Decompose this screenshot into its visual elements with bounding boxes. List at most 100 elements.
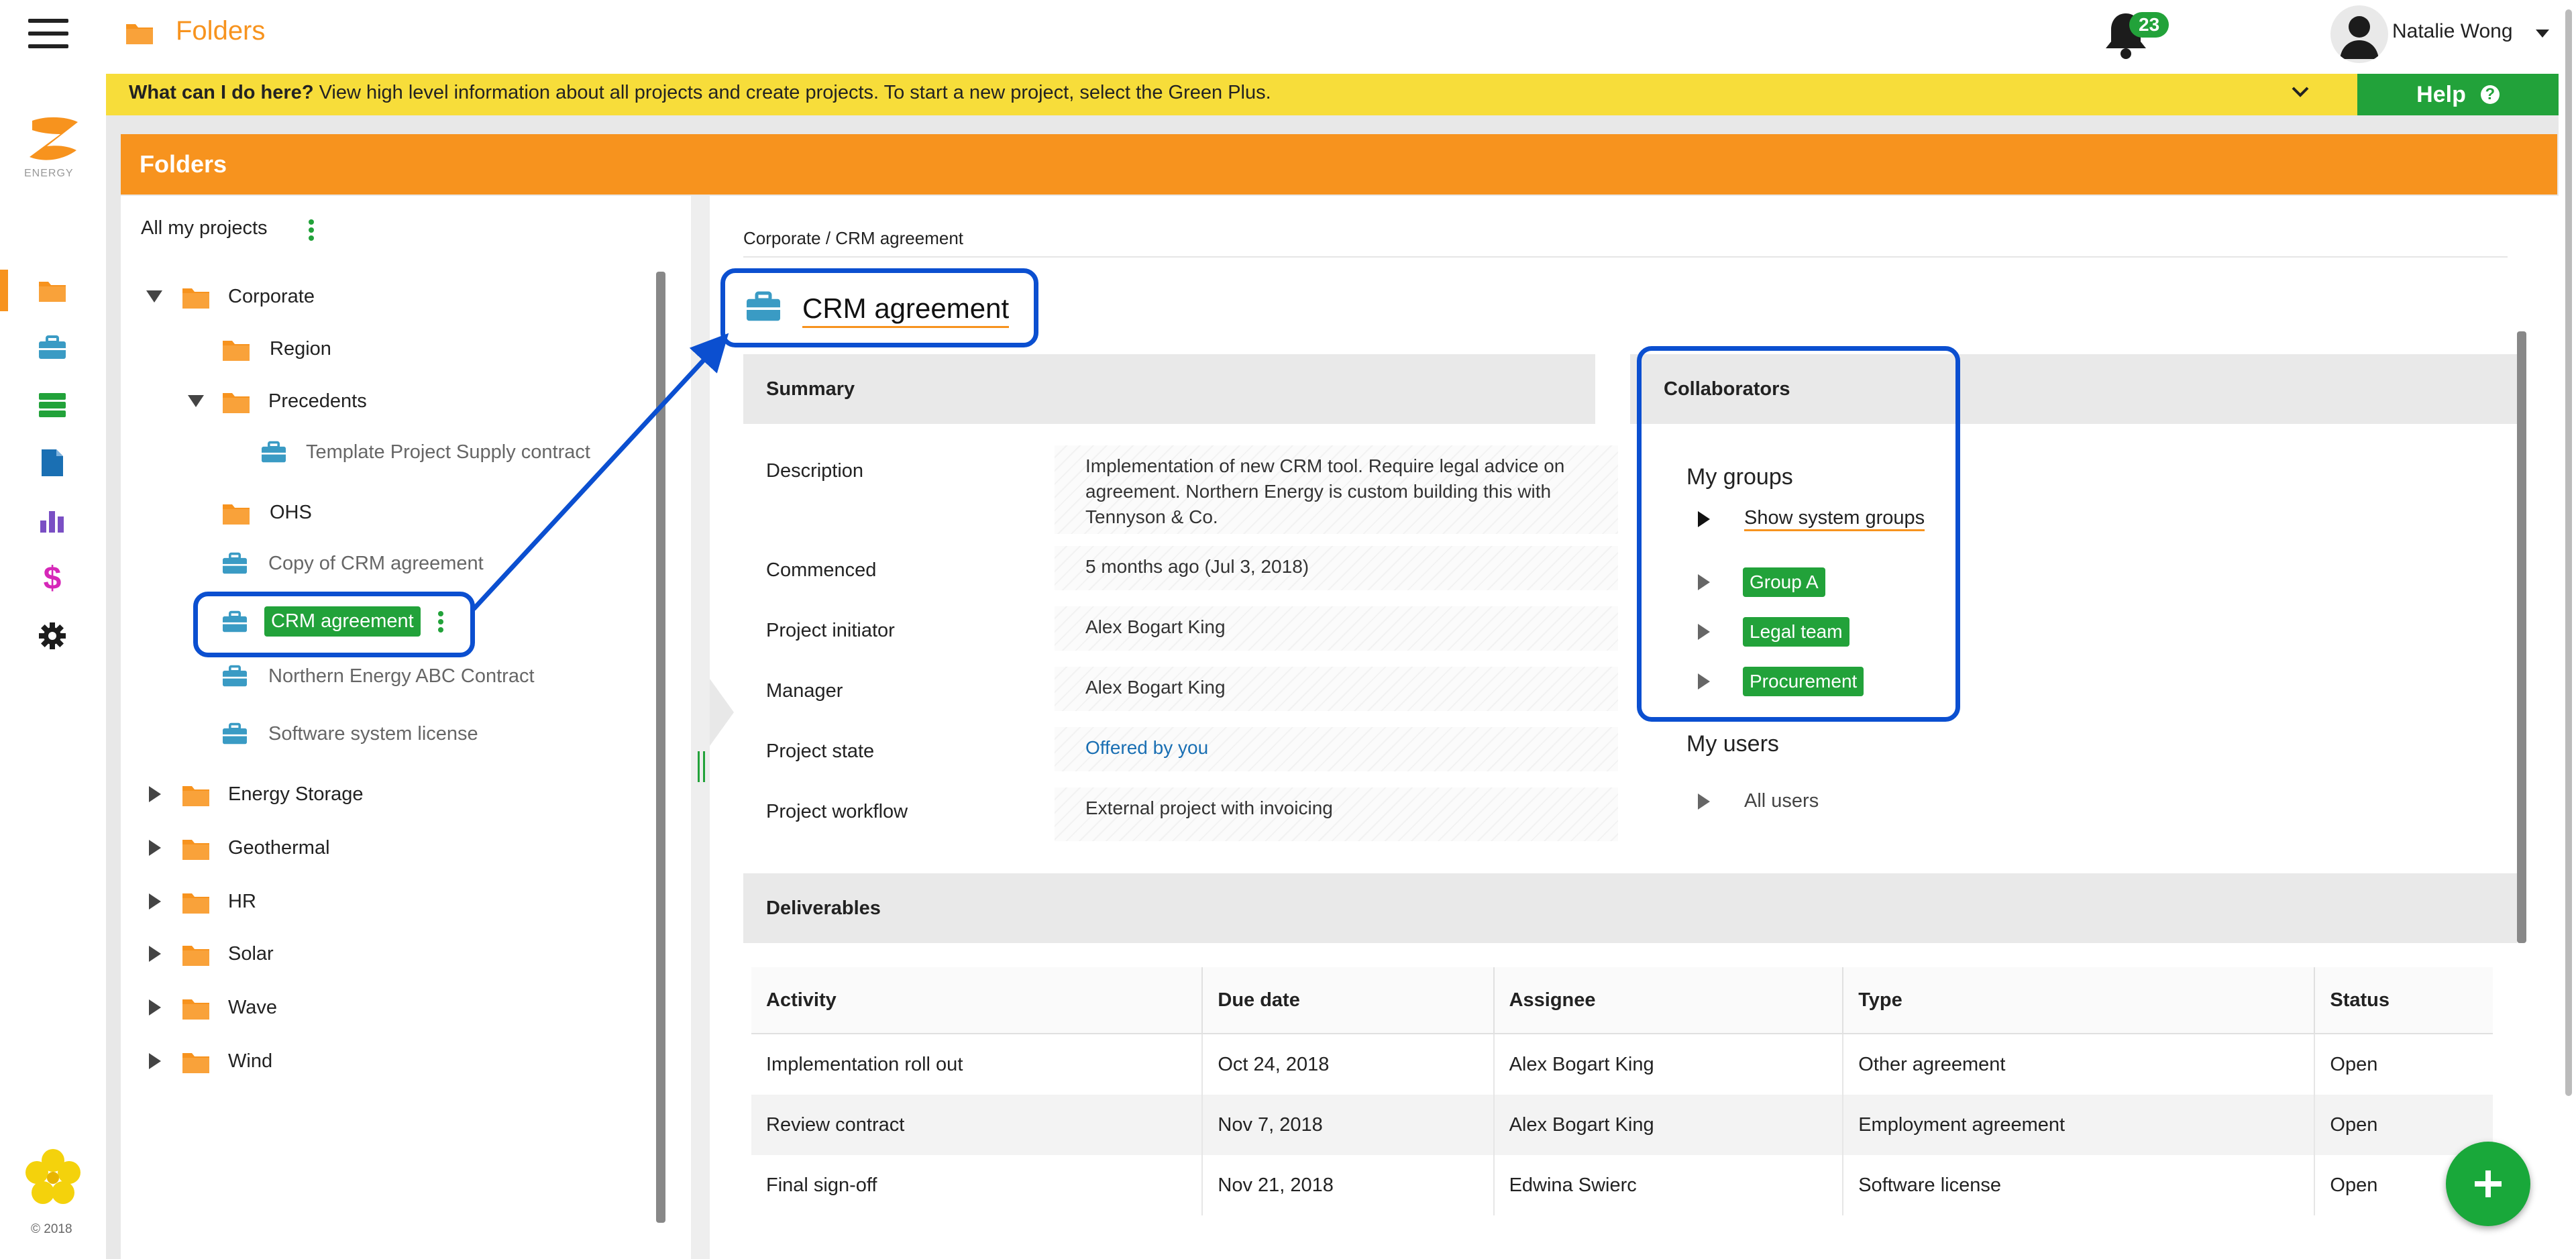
tree-folder-solar[interactable]: Solar [149, 940, 274, 967]
question-icon: ? [2480, 85, 2500, 104]
notification-count-badge: 23 [2129, 12, 2169, 38]
help-banner[interactable]: What can I do here? View high level info… [106, 74, 2357, 115]
flower-logo [24, 1148, 82, 1206]
tree-node-label: HR [228, 890, 256, 912]
tree-folder-wind[interactable]: Wind [149, 1048, 272, 1075]
database-icon[interactable] [32, 385, 72, 425]
column-header[interactable]: Due date [1202, 967, 1495, 1034]
field-label-commenced: Commenced [766, 559, 877, 581]
field-value-initiator: Alex Bogart King [1055, 606, 1618, 651]
cell-activity: Review contract [751, 1095, 1203, 1155]
tree-root-label[interactable]: All my projects [141, 217, 268, 239]
tree-project-northern-energy[interactable]: Northern Energy ABC Contract [221, 664, 535, 688]
dollar-icon[interactable]: $ [32, 558, 72, 598]
tree-node-label: Precedents [268, 390, 367, 412]
highlight-collaborator-groups [1637, 346, 1960, 722]
tree-node-label: Solar [228, 942, 274, 965]
caret-down-icon[interactable] [188, 395, 204, 407]
field-label-workflow: Project workflow [766, 801, 908, 822]
column-header[interactable]: Type [1843, 967, 2316, 1034]
page-scrollbar[interactable] [2565, 9, 2572, 1096]
menu-icon[interactable] [28, 19, 68, 48]
table-row[interactable]: Implementation roll out Oct 24, 2018 Ale… [751, 1034, 2493, 1095]
resize-handle-icon[interactable] [698, 751, 706, 782]
briefcase-icon [262, 441, 286, 463]
folder-icon [223, 393, 250, 413]
tree-folder-ohs[interactable]: OHS [221, 499, 312, 526]
caret-right-icon[interactable] [149, 840, 161, 856]
tree-node-label: Corporate [228, 285, 315, 307]
document-icon[interactable] [32, 443, 72, 483]
tree-node-label: OHS [270, 501, 312, 523]
cell-due-date: Nov 7, 2018 [1202, 1095, 1495, 1155]
all-users-label[interactable]: All users [1744, 790, 1819, 812]
tree-node-label: Copy of CRM agreement [268, 552, 484, 574]
summary-heading: Summary [766, 378, 855, 400]
chevron-down-icon[interactable] [2292, 86, 2309, 98]
panel-divider[interactable] [691, 196, 710, 1259]
caret-right-icon[interactable] [149, 893, 161, 910]
tree-folder-hr[interactable]: HR [149, 888, 256, 915]
tree-folder-wave[interactable]: Wave [149, 994, 277, 1021]
table-row[interactable]: Final sign-off Nov 21, 2018 Edwina Swier… [751, 1155, 2493, 1215]
main-scrollbar[interactable] [2517, 331, 2526, 943]
column-header[interactable]: Status [2314, 967, 2493, 1034]
deliverables-table: Activity Due date Assignee Type Status I… [751, 967, 2493, 1215]
tree-node-label: Region [270, 337, 331, 360]
gear-icon[interactable] [32, 616, 72, 656]
cell-activity: Final sign-off [751, 1155, 1203, 1215]
tree-project-software-license[interactable]: Software system license [221, 722, 478, 746]
tree-project-copy-crm[interactable]: Copy of CRM agreement [221, 551, 484, 576]
tree-node-label: Energy Storage [228, 783, 364, 805]
bar-chart-icon[interactable] [32, 500, 72, 541]
folder-icon [223, 504, 250, 525]
plus-icon [2475, 1170, 2502, 1197]
field-label-project-state: Project state [766, 741, 875, 762]
rail-active-indicator [0, 270, 8, 311]
help-button[interactable]: Help ? [2357, 74, 2559, 115]
tree-node-label: Wind [228, 1050, 273, 1072]
caret-right-icon[interactable] [149, 1053, 161, 1069]
caret-right-icon[interactable] [149, 946, 161, 962]
more-options-icon[interactable] [307, 219, 315, 241]
tree-folder-precedents[interactable]: Precedents [188, 388, 367, 415]
help-text: What can I do here? View high level info… [129, 82, 1271, 104]
user-name[interactable]: Natalie Wong [2392, 20, 2513, 43]
help-button-label: Help [2416, 81, 2466, 107]
tree-folder-region[interactable]: Region [221, 335, 331, 362]
tree-scrollbar[interactable] [656, 272, 665, 1223]
chevron-down-icon[interactable] [2536, 30, 2549, 38]
folder-icon [223, 341, 250, 361]
deliverables-heading: Deliverables [766, 897, 881, 919]
avatar[interactable] [2330, 5, 2388, 63]
folder-icon [182, 999, 209, 1020]
caret-right-icon[interactable] [149, 786, 161, 802]
tree-project-template-supply[interactable]: Template Project Supply contract [260, 440, 590, 464]
divider [743, 256, 2508, 258]
cell-type: Other agreement [1843, 1034, 2316, 1095]
field-value-manager: Alex Bogart King [1055, 667, 1618, 711]
caret-down-icon[interactable] [146, 290, 162, 303]
tree-folder-energy-storage[interactable]: Energy Storage [149, 781, 364, 808]
table-row[interactable]: Review contract Nov 7, 2018 Alex Bogart … [751, 1095, 2493, 1155]
left-rail [0, 71, 106, 1259]
briefcase-icon[interactable] [32, 327, 72, 368]
add-project-button[interactable] [2446, 1142, 2530, 1226]
caret-right-icon[interactable] [149, 999, 161, 1016]
deliverables-section-header: Deliverables [743, 873, 2517, 943]
caret-right-icon[interactable] [1697, 793, 1711, 810]
column-header[interactable]: Assignee [1493, 967, 1844, 1034]
folder-icon[interactable] [32, 270, 72, 310]
folder-icon [182, 786, 209, 806]
tree-folder-geothermal[interactable]: Geothermal [149, 834, 330, 861]
tree-folder-corporate[interactable]: Corporate [146, 283, 315, 310]
folder-icon [182, 946, 209, 966]
briefcase-icon [223, 722, 247, 745]
panel-header: Folders [121, 134, 2557, 195]
logo-text: ENERGY [24, 168, 74, 179]
help-lead: What can I do here? [129, 82, 314, 103]
all-users-row[interactable]: All users [1697, 790, 1819, 812]
breadcrumb[interactable]: Corporate / CRM agreement [743, 228, 963, 249]
project-state-link[interactable]: Offered by you [1085, 737, 1208, 758]
column-header[interactable]: Activity [751, 967, 1203, 1034]
